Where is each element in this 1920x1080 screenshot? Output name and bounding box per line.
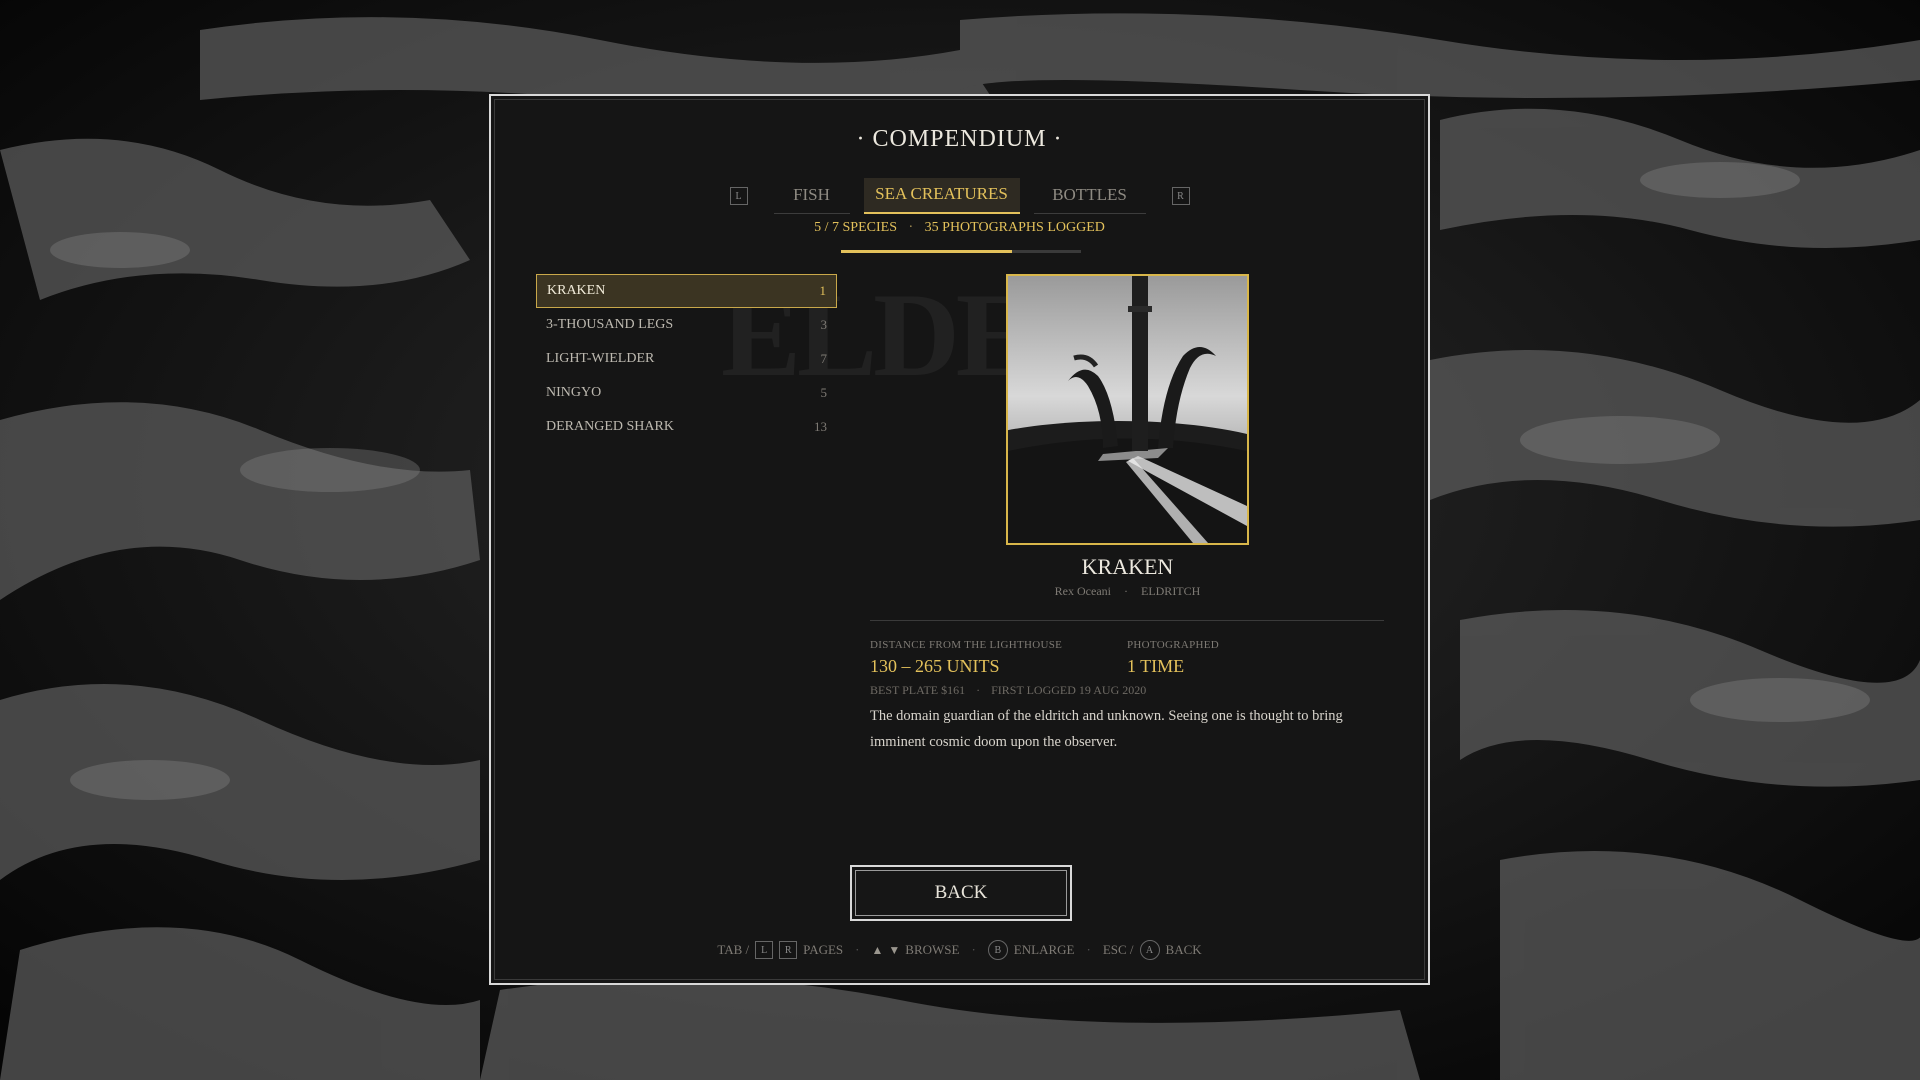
list-item-deranged-shark[interactable]: DERANGED SHARK 13 <box>536 410 837 444</box>
species-count: 5 / 7 SPECIES <box>814 220 897 235</box>
hint-enlarge: ENLARGE <box>1013 942 1075 957</box>
hint-separator: · <box>971 942 976 957</box>
tab-bottles[interactable]: BOTTLES <box>1033 179 1146 214</box>
list-item-count: 13 <box>814 419 827 434</box>
list-item-name: 3-THOUSAND LEGS <box>546 317 674 332</box>
collection-progress-fill <box>841 250 1013 253</box>
hint-key-b: B <box>987 940 1008 960</box>
first-logged: FIRST LOGGED 19 AUG 2020 <box>991 683 1147 697</box>
list-item-kraken[interactable]: KRAKEN 1 <box>536 274 837 308</box>
next-page-key[interactable]: R <box>1171 187 1190 205</box>
up-arrow-icon: ▲ <box>871 942 884 957</box>
list-item-count: 3 <box>820 317 828 332</box>
creature-meta: BEST PLATE $161 · FIRST LOGGED 19 AUG 20… <box>870 683 1146 698</box>
list-item-3-thousand-legs[interactable]: 3-THOUSAND LEGS 3 <box>536 308 837 342</box>
detail-divider <box>870 620 1384 621</box>
list-item-name: KRAKEN <box>547 283 606 298</box>
hint-key-a: A <box>1139 940 1160 960</box>
distance-label: DISTANCE FROM THE LIGHTHOUSE <box>870 639 1063 651</box>
hint-separator: · <box>1086 942 1091 957</box>
subtitle-separator: · <box>1123 584 1128 598</box>
creature-list: KRAKEN 1 3-THOUSAND LEGS 3 LIGHT-WIELDER… <box>536 274 837 444</box>
hint-esc: ESC / <box>1102 942 1134 957</box>
hint-key-l: L <box>755 941 774 959</box>
hint-tab: TAB / <box>717 942 750 957</box>
photographed-value: 1 TIME <box>1127 656 1185 676</box>
down-arrow-icon: ▼ <box>888 942 900 957</box>
collection-counts: 5 / 7 SPECIES · 35 PHOTOGRAPHS LOGGED <box>491 220 1428 236</box>
kraken-photo-image <box>1008 276 1247 543</box>
meta-separator: · <box>976 683 981 697</box>
creature-subtitle: Rex Oceani · ELDRITCH <box>881 584 1374 599</box>
collection-progress-bar <box>841 250 1081 253</box>
hint-pages: PAGES <box>803 942 844 957</box>
creature-class: ELDRITCH <box>1140 584 1201 598</box>
list-item-count: 1 <box>819 283 827 298</box>
hint-back: BACK <box>1165 942 1202 957</box>
hint-key-r: R <box>779 941 798 959</box>
list-item-count: 5 <box>820 385 828 400</box>
back-button[interactable]: BACK <box>850 865 1072 921</box>
list-item-name: LIGHT-WIELDER <box>546 351 655 366</box>
hint-separator: · <box>855 942 860 957</box>
tab-bar: L FISH SEA CREATURES BOTTLES R <box>491 176 1428 216</box>
list-item-light-wielder[interactable]: LIGHT-WIELDER 7 <box>536 342 837 376</box>
compendium-panel: ELDE · COMPENDIUM · L FISH SEA CREATURES… <box>489 94 1430 985</box>
control-hints: TAB / L R PAGES · ▲ ▼ BROWSE · B ENLARGE… <box>491 938 1428 962</box>
page-title: · COMPENDIUM · <box>856 126 1063 152</box>
creature-name: KRAKEN <box>1081 554 1174 579</box>
list-item-name: DERANGED SHARK <box>546 419 674 434</box>
list-item-count: 7 <box>820 351 828 366</box>
creature-description: The domain guardian of the eldritch and … <box>870 708 1343 750</box>
counts-separator: · <box>908 220 914 235</box>
prev-page-key[interactable]: L <box>729 187 748 205</box>
creature-latin-name: Rex Oceani <box>1054 584 1111 598</box>
best-plate: BEST PLATE $161 <box>870 683 966 697</box>
list-item-name: NINGYO <box>546 385 602 400</box>
distance-value: 130 – 265 UNITS <box>870 656 1000 676</box>
tab-fish[interactable]: FISH <box>773 179 850 214</box>
list-item-ningyo[interactable]: NINGYO 5 <box>536 376 837 410</box>
creature-photograph[interactable] <box>1006 274 1249 545</box>
hint-browse: BROWSE <box>905 942 960 957</box>
photographs-count: 35 PHOTOGRAPHS LOGGED <box>924 220 1105 235</box>
photographed-label: PHOTOGRAPHED <box>1127 639 1220 651</box>
tab-sea-creatures[interactable]: SEA CREATURES <box>863 178 1020 214</box>
